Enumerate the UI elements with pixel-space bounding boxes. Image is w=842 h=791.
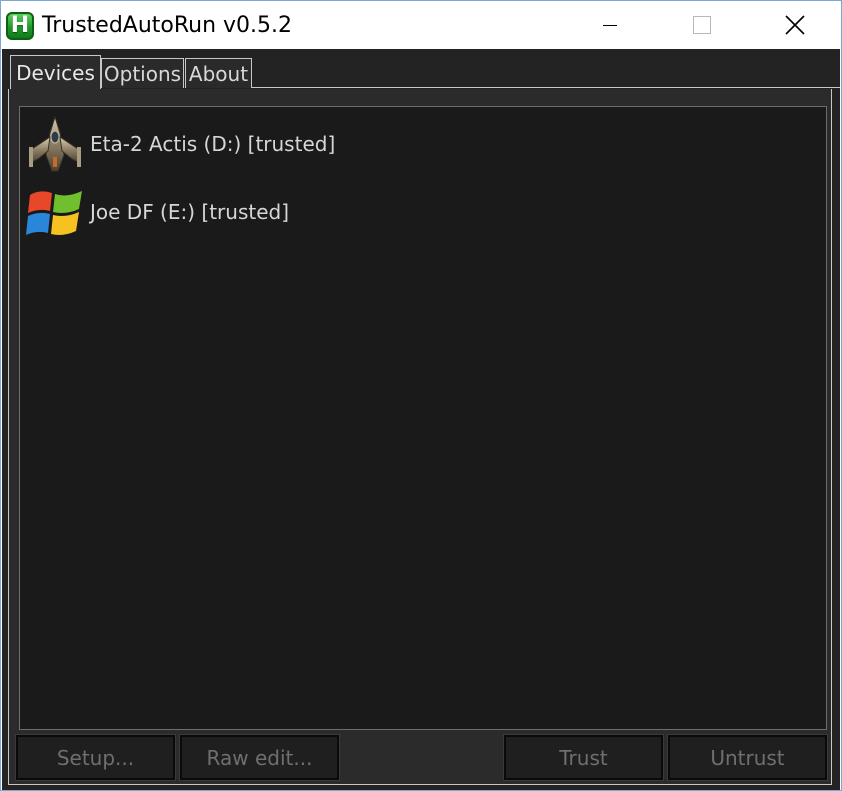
minimize-button[interactable] <box>564 1 656 49</box>
tab-about[interactable]: About <box>185 58 252 88</box>
setup-button[interactable]: Setup... <box>15 734 176 781</box>
app-window: H TrustedAutoRun v0.5.2 Devices Options … <box>0 0 842 791</box>
tab-devices[interactable]: Devices <box>10 55 101 89</box>
close-button[interactable] <box>749 1 841 49</box>
devices-panel: Eta-2 Actis (D:) [trusted] Joe DF (E:) [… <box>8 89 832 785</box>
device-item-e[interactable]: Joe DF (E:) [trusted] <box>24 179 524 245</box>
device-label: Joe DF (E:) [trusted] <box>90 200 290 224</box>
close-icon <box>785 15 805 35</box>
app-logo-letter: H <box>10 13 30 38</box>
device-item-d[interactable]: Eta-2 Actis (D:) [trusted] <box>24 111 524 177</box>
client-area: Devices Options About Eta-2 Actis (D:) [… <box>2 49 840 790</box>
maximize-icon <box>693 16 711 34</box>
starfighter-icon <box>29 115 81 172</box>
device-label: Eta-2 Actis (D:) [trusted] <box>90 132 336 156</box>
raw-edit-button[interactable]: Raw edit... <box>179 734 340 781</box>
untrust-button[interactable]: Untrust <box>667 734 828 781</box>
devices-list[interactable]: Eta-2 Actis (D:) [trusted] Joe DF (E:) [… <box>19 106 827 730</box>
minimize-icon <box>603 24 617 26</box>
trust-button[interactable]: Trust <box>503 734 664 781</box>
window-title: TrustedAutoRun v0.5.2 <box>42 13 293 38</box>
windows-logo-icon <box>26 191 82 235</box>
tab-divider <box>252 87 840 88</box>
maximize-button[interactable] <box>656 1 748 49</box>
tab-options[interactable]: Options <box>101 58 184 88</box>
tab-strip: Devices Options About <box>2 49 840 89</box>
title-bar[interactable]: H TrustedAutoRun v0.5.2 <box>1 1 841 49</box>
app-logo-icon[interactable]: H <box>6 12 34 40</box>
